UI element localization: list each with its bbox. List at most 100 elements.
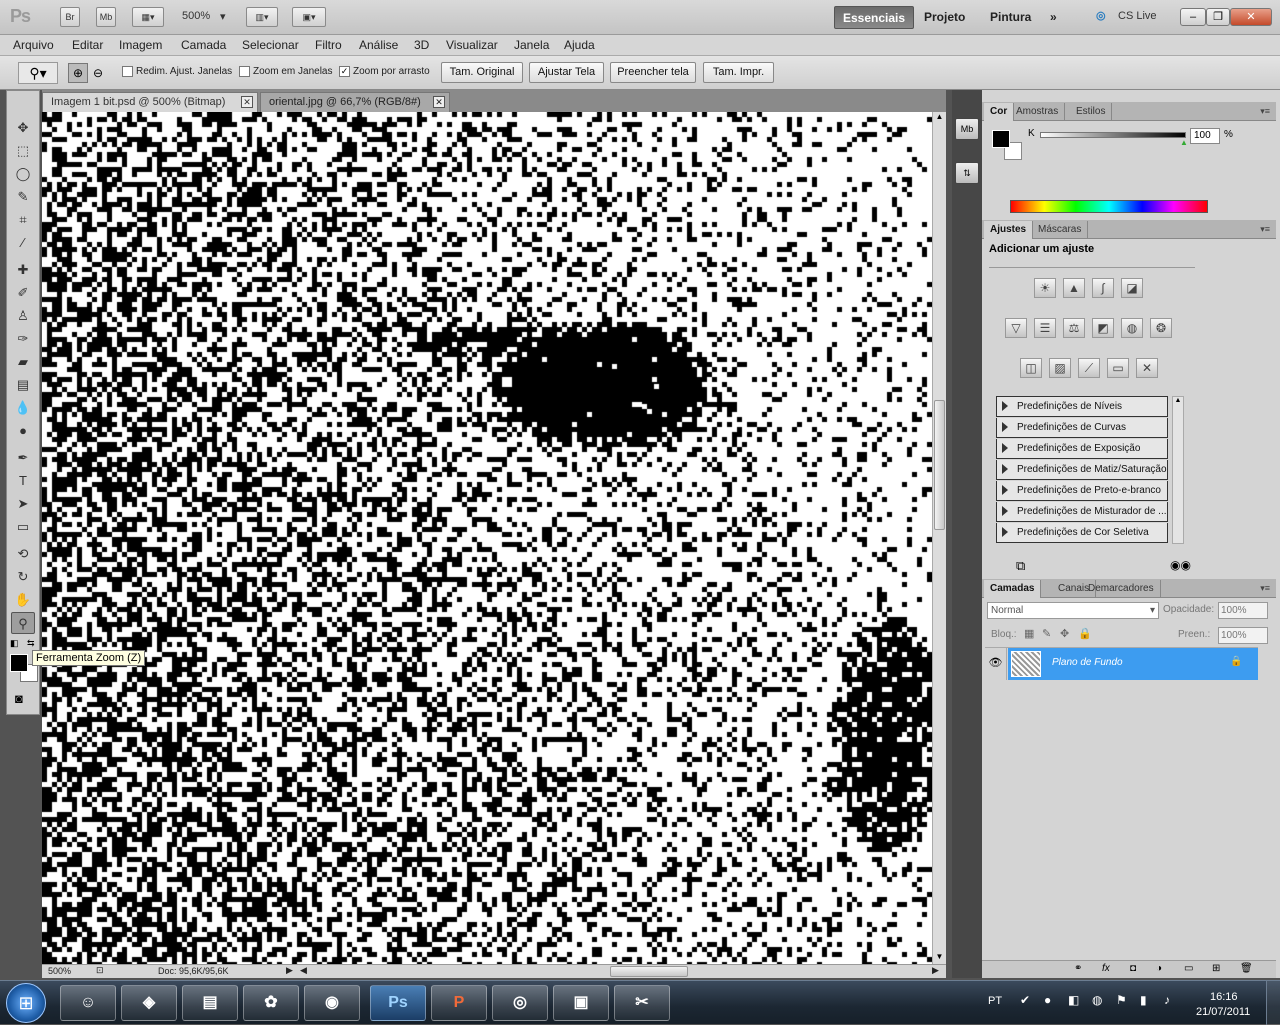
black-white-icon[interactable]: ◩ — [1092, 318, 1114, 338]
horizontal-scroll-thumb[interactable] — [610, 966, 688, 977]
tray-signal-icon[interactable]: ▮ — [1140, 993, 1147, 1007]
fit-screen-button[interactable]: Ajustar Tela — [529, 62, 604, 83]
hand-tool-icon[interactable]: ✋ — [11, 589, 35, 611]
layer-row-background[interactable]: Plano de Fundo 🔒 — [1008, 648, 1258, 680]
preset-levels[interactable]: Predefinições de Níveis — [996, 397, 1168, 417]
mini-bridge-button[interactable]: Mb — [96, 7, 116, 27]
rectangle-tool-icon[interactable]: ▭ — [11, 516, 35, 538]
gradient-tool-icon[interactable]: ▤ — [11, 374, 35, 396]
fill-input[interactable]: 100% — [1218, 627, 1268, 644]
zoom-in-icon[interactable]: ⊕ — [68, 63, 88, 83]
opacity-input[interactable]: 100% — [1218, 602, 1268, 619]
lock-all-icon[interactable]: 🔒 — [1078, 627, 1092, 640]
crop-tool-icon[interactable]: ⌗ — [11, 209, 35, 231]
hscroll-left-icon[interactable]: ◀ — [300, 965, 307, 976]
default-colors-icon[interactable]: ◧ — [10, 638, 19, 649]
tray-flag-icon[interactable]: ⚑ — [1116, 993, 1127, 1007]
menu-imagem[interactable]: Imagem — [119, 38, 162, 52]
hue-saturation-icon[interactable]: ☰ — [1034, 318, 1056, 338]
taskbar-powerpoint-icon[interactable]: P — [431, 985, 487, 1021]
preset-hue-saturation[interactable]: Predefinições de Matiz/Saturação — [996, 460, 1168, 480]
scroll-thumb[interactable] — [934, 400, 945, 530]
document-canvas[interactable] — [42, 112, 932, 964]
foreground-color-swatch[interactable] — [10, 654, 28, 672]
panel-menu-icon[interactable]: ▾≡ — [1260, 583, 1270, 594]
history-panel-icon[interactable]: ⇅ — [955, 162, 979, 184]
tab-estilos[interactable]: Estilos — [1070, 103, 1113, 121]
more-workspaces-icon[interactable]: » — [1042, 6, 1065, 29]
screen-mode-button[interactable]: ▣▾ — [292, 7, 326, 27]
invert-icon[interactable]: ◫ — [1020, 358, 1042, 378]
scroll-down-icon[interactable]: ▼ — [934, 952, 945, 964]
status-info-icon[interactable]: ⊡ — [96, 965, 104, 976]
threshold-icon[interactable]: ⟋ — [1078, 358, 1100, 378]
close-button[interactable]: ✕ — [1230, 8, 1272, 26]
vibrance-icon[interactable]: ▽ — [1005, 318, 1027, 338]
quick-selection-tool-icon[interactable]: ✎ — [11, 186, 35, 208]
quick-mask-icon[interactable]: ◙ — [15, 691, 23, 706]
delete-layer-icon[interactable]: 🗑 — [1240, 963, 1253, 974]
taskbar-photo-viewer-icon[interactable]: ▣ — [553, 985, 609, 1021]
tool-preset-picker[interactable]: ⚲▾ — [18, 62, 58, 84]
view-previous-icon[interactable]: ◉◉ — [1170, 558, 1191, 572]
photo-filter-icon[interactable]: ◍ — [1121, 318, 1143, 338]
path-selection-tool-icon[interactable]: ➤ — [11, 493, 35, 515]
tray-volume-icon[interactable]: ♪ — [1164, 993, 1170, 1007]
panel-menu-icon[interactable]: ▾≡ — [1260, 224, 1270, 235]
menu-janela[interactable]: Janela — [514, 38, 549, 52]
menu-visualizar[interactable]: Visualizar — [446, 38, 498, 52]
taskbar-snipping-icon[interactable]: ✂ — [614, 985, 670, 1021]
zoom-tool-icon[interactable]: ⚲ — [11, 612, 35, 634]
color-balance-icon[interactable]: ⚖ — [1063, 318, 1085, 338]
layer-style-icon[interactable]: fx — [1102, 963, 1110, 974]
menu-editar[interactable]: Editar — [72, 38, 103, 52]
gradient-map-icon[interactable]: ▭ — [1107, 358, 1129, 378]
restore-button[interactable]: ❐ — [1206, 8, 1230, 26]
tab-ajustes[interactable]: Ajustes — [984, 221, 1034, 239]
preset-exposure[interactable]: Predefinições de Exposição — [996, 439, 1168, 459]
tab-amostras[interactable]: Amostras — [1010, 103, 1066, 121]
bitmap-image[interactable] — [42, 112, 932, 964]
menu-filtro[interactable]: Filtro — [315, 38, 342, 52]
bridge-button[interactable]: Br — [60, 7, 80, 27]
tab-oriental-jpg[interactable]: oriental.jpg @ 66,7% (RGB/8#) ✕ — [260, 92, 450, 112]
hscroll-right-icon[interactable]: ▶ — [932, 965, 939, 976]
clock-time[interactable]: 16:16 — [1210, 991, 1238, 1003]
clone-stamp-tool-icon[interactable]: ♙ — [11, 305, 35, 327]
resize-windows-checkbox[interactable] — [122, 66, 133, 77]
tab-imagem-1-bit[interactable]: Imagem 1 bit.psd @ 500% (Bitmap) ✕ — [42, 92, 258, 112]
preset-selective-color[interactable]: Predefinições de Cor Seletiva — [996, 523, 1168, 543]
curves-icon[interactable]: ∫ — [1092, 278, 1114, 298]
tray-security-icon[interactable]: ✔ — [1020, 993, 1030, 1007]
new-adjustment-icon[interactable]: ◑ — [1156, 963, 1162, 974]
language-indicator[interactable]: PT — [988, 995, 1002, 1007]
k-value-input[interactable]: 100 — [1190, 128, 1220, 144]
show-desktop-button[interactable] — [1266, 981, 1280, 1025]
tray-network-icon[interactable]: ◧ — [1068, 993, 1079, 1007]
fill-screen-button[interactable]: Preencher tela — [610, 62, 696, 83]
preset-black-white[interactable]: Predefinições de Preto-e-branco — [996, 481, 1168, 501]
blend-mode-select[interactable]: Normal ▾ — [987, 602, 1159, 619]
add-mask-icon[interactable]: ◘ — [1130, 963, 1136, 974]
eyedropper-tool-icon[interactable]: ⁄ — [11, 232, 35, 254]
new-group-icon[interactable]: ▭ — [1184, 963, 1193, 974]
visibility-eye-icon[interactable]: 👁 — [985, 648, 1007, 680]
tab-mascaras[interactable]: Máscaras — [1032, 221, 1089, 239]
history-brush-tool-icon[interactable]: ✑ — [11, 328, 35, 350]
taskbar-photoshop-icon[interactable]: Ps — [370, 985, 426, 1021]
taskbar-messenger-icon[interactable]: ☺ — [60, 985, 116, 1021]
scroll-up-icon[interactable]: ▲ — [934, 112, 945, 124]
tab-camadas[interactable]: Camadas — [984, 580, 1042, 598]
clip-to-layer-icon[interactable]: ⧉ — [1016, 558, 1025, 574]
color-spectrum[interactable] — [1010, 200, 1208, 213]
lasso-tool-icon[interactable]: ◯ — [11, 163, 35, 185]
levels-icon[interactable]: ▲ — [1063, 278, 1085, 298]
eraser-tool-icon[interactable]: ▰ — [11, 351, 35, 373]
menu-selecionar[interactable]: Selecionar — [242, 38, 299, 52]
layer-name[interactable]: Plano de Fundo — [1052, 657, 1123, 668]
foreground-swatch[interactable] — [992, 130, 1010, 148]
zoom-level[interactable]: 500% — [182, 10, 210, 22]
new-layer-icon[interactable]: ⊞ — [1212, 963, 1220, 974]
tab-demarcadores[interactable]: Demarcadores — [1082, 580, 1161, 598]
brightness-icon[interactable]: ☀ — [1034, 278, 1056, 298]
